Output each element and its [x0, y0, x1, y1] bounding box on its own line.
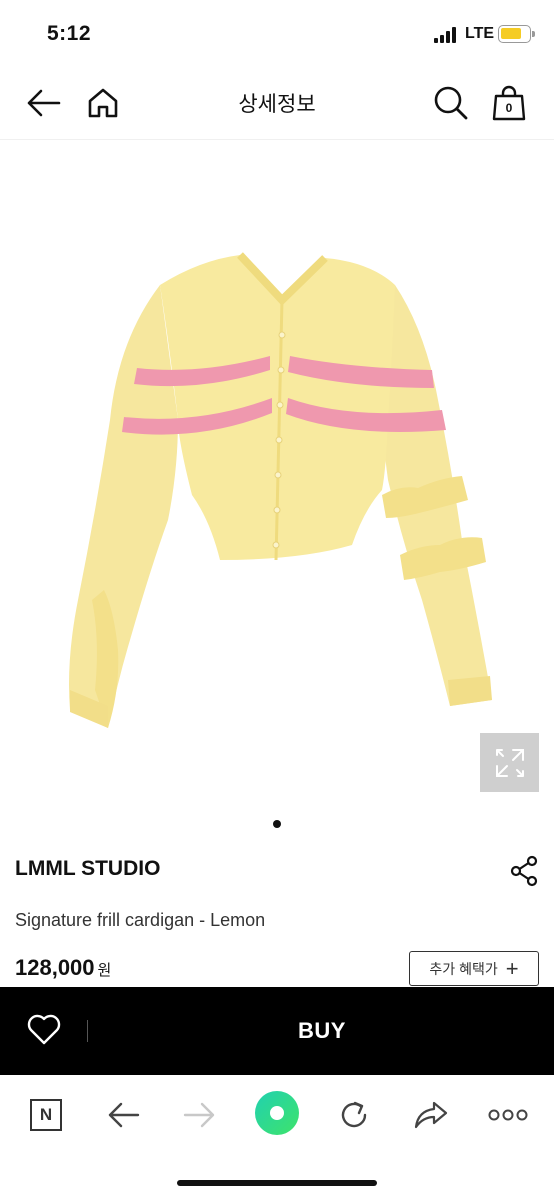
expand-image-button[interactable] [480, 733, 539, 792]
share-forward-icon[interactable] [409, 1093, 453, 1137]
battery-icon [498, 25, 535, 43]
signal-icon [434, 27, 458, 43]
page-title: 상세정보 [238, 93, 316, 116]
status-time: 5:12 [47, 22, 92, 45]
price-value: 128,000 [15, 955, 95, 980]
share-icon[interactable] [508, 853, 542, 887]
status-bar: 5:12 LTE [0, 0, 554, 66]
network-type: LTE [465, 25, 495, 42]
forward-arrow-icon[interactable] [178, 1093, 222, 1137]
additional-benefit-button[interactable]: 추가 혜택가 + [409, 951, 539, 986]
more-icon[interactable] [486, 1093, 530, 1137]
battery-level [501, 28, 521, 39]
shopping-bag-icon[interactable]: 0 [490, 84, 528, 122]
search-icon[interactable] [432, 84, 470, 122]
product-price: 128,000 원 [15, 955, 111, 981]
buy-button[interactable]: BUY [90, 987, 554, 1075]
buy-bar: BUY [0, 987, 554, 1075]
product-image[interactable] [0, 141, 554, 811]
plus-icon: + [505, 955, 519, 981]
carousel-indicator [273, 820, 281, 828]
bag-count: 0 [505, 101, 513, 115]
naver-n-icon[interactable]: N [24, 1093, 68, 1137]
green-dot-icon[interactable] [253, 1089, 301, 1137]
product-name: Signature frill cardigan - Lemon [15, 910, 266, 930]
expand-icon [495, 748, 524, 777]
home-indicator [177, 1180, 377, 1186]
reload-icon[interactable] [332, 1093, 376, 1137]
benefit-label: 추가 혜택가 [429, 960, 498, 977]
naver-n-label: N [30, 1099, 62, 1131]
price-unit: 원 [97, 962, 112, 979]
brand-name[interactable]: LMML STUDIO [15, 857, 160, 881]
cardigan-image [69, 252, 492, 728]
header: 상세정보 0 [0, 66, 554, 140]
back-arrow-icon[interactable] [101, 1093, 145, 1137]
divider [87, 1020, 88, 1042]
heart-icon[interactable] [27, 1014, 61, 1046]
